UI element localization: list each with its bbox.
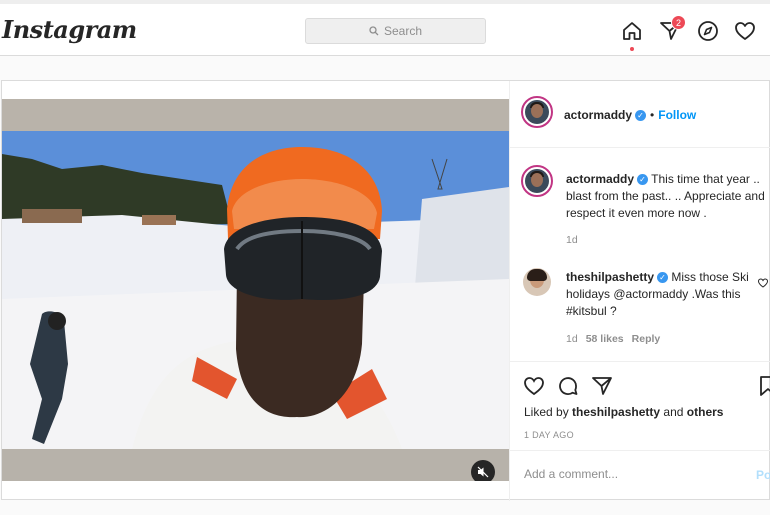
comment-meta: 1d 58 likes Reply [566, 333, 668, 345]
liked-by-line: Liked by theshilpashetty and others [524, 405, 723, 419]
commenter-avatar[interactable] [523, 268, 551, 296]
comment: theshilpashetty ✓ Miss those Ski holidays… [566, 269, 756, 320]
verified-badge-icon: ✓ [637, 174, 649, 185]
post-comment-button[interactable]: Post [756, 468, 770, 482]
comment-bubble-icon[interactable] [556, 374, 580, 398]
explore-compass-icon[interactable] [696, 19, 720, 43]
mute-toggle-button[interactable] [471, 460, 495, 481]
post-video[interactable] [2, 99, 509, 481]
liked-by-and: and [663, 405, 684, 419]
header-dot: • [650, 108, 655, 122]
avatar-photo [525, 100, 549, 124]
caption-username[interactable]: actormaddy [566, 172, 634, 186]
save-bookmark-icon[interactable] [756, 374, 770, 398]
post-sidebar: actormaddy ✓ • Follow actormaddy ✓ This time… [509, 81, 770, 501]
home-icon[interactable] [620, 19, 644, 43]
home-active-dot [630, 47, 634, 51]
post-header: actormaddy ✓ • Follow [510, 81, 770, 148]
header-username[interactable]: actormaddy [564, 108, 632, 122]
comment-username[interactable]: theshilpashetty [566, 270, 654, 284]
search-bar[interactable]: Search [305, 18, 486, 44]
verified-badge-icon: ✓ [657, 272, 669, 283]
comment-likes[interactable]: 58 likes [586, 333, 624, 345]
verified-badge-icon: ✓ [635, 110, 647, 121]
instagram-logo[interactable]: Instagram [2, 15, 137, 44]
post-card: actormaddy ✓ • Follow actormaddy ✓ This time… [1, 80, 770, 501]
video-frame [2, 99, 509, 449]
add-comment-bar: Post [510, 450, 770, 502]
post-timestamp[interactable]: 1 DAY AGO [524, 430, 574, 440]
liked-by-others[interactable]: others [687, 405, 724, 419]
follow-button[interactable]: Follow [658, 108, 696, 122]
liked-by-user[interactable]: theshilpashetty [572, 405, 660, 419]
post-actions: Liked by theshilpashetty and others 1 DA… [510, 361, 770, 501]
browser-edge [0, 0, 770, 4]
top-nav-bar: Instagram Search 2 [0, 0, 770, 56]
author-avatar[interactable] [521, 96, 553, 128]
comment-reply-button[interactable]: Reply [632, 333, 661, 345]
comment-age[interactable]: 1d [566, 333, 578, 345]
search-placeholder: Search [383, 24, 423, 38]
avatar-photo [525, 169, 549, 193]
like-heart-icon[interactable] [522, 374, 546, 398]
speaker-muted-icon [477, 466, 489, 478]
comment-like-heart-icon[interactable] [757, 277, 769, 289]
add-comment-input[interactable] [524, 467, 734, 481]
search-icon [369, 26, 379, 36]
messages-badge: 2 [671, 15, 686, 30]
activity-heart-icon[interactable] [733, 19, 757, 43]
caption-avatar[interactable] [521, 165, 553, 197]
liked-by-prefix: Liked by [524, 405, 569, 419]
post-caption: actormaddy ✓ This time that year .. blast… [566, 171, 766, 222]
caption-age[interactable]: 1d [566, 234, 578, 246]
share-paper-plane-icon[interactable] [590, 374, 614, 398]
header-author-row: actormaddy ✓ • Follow [564, 106, 696, 124]
